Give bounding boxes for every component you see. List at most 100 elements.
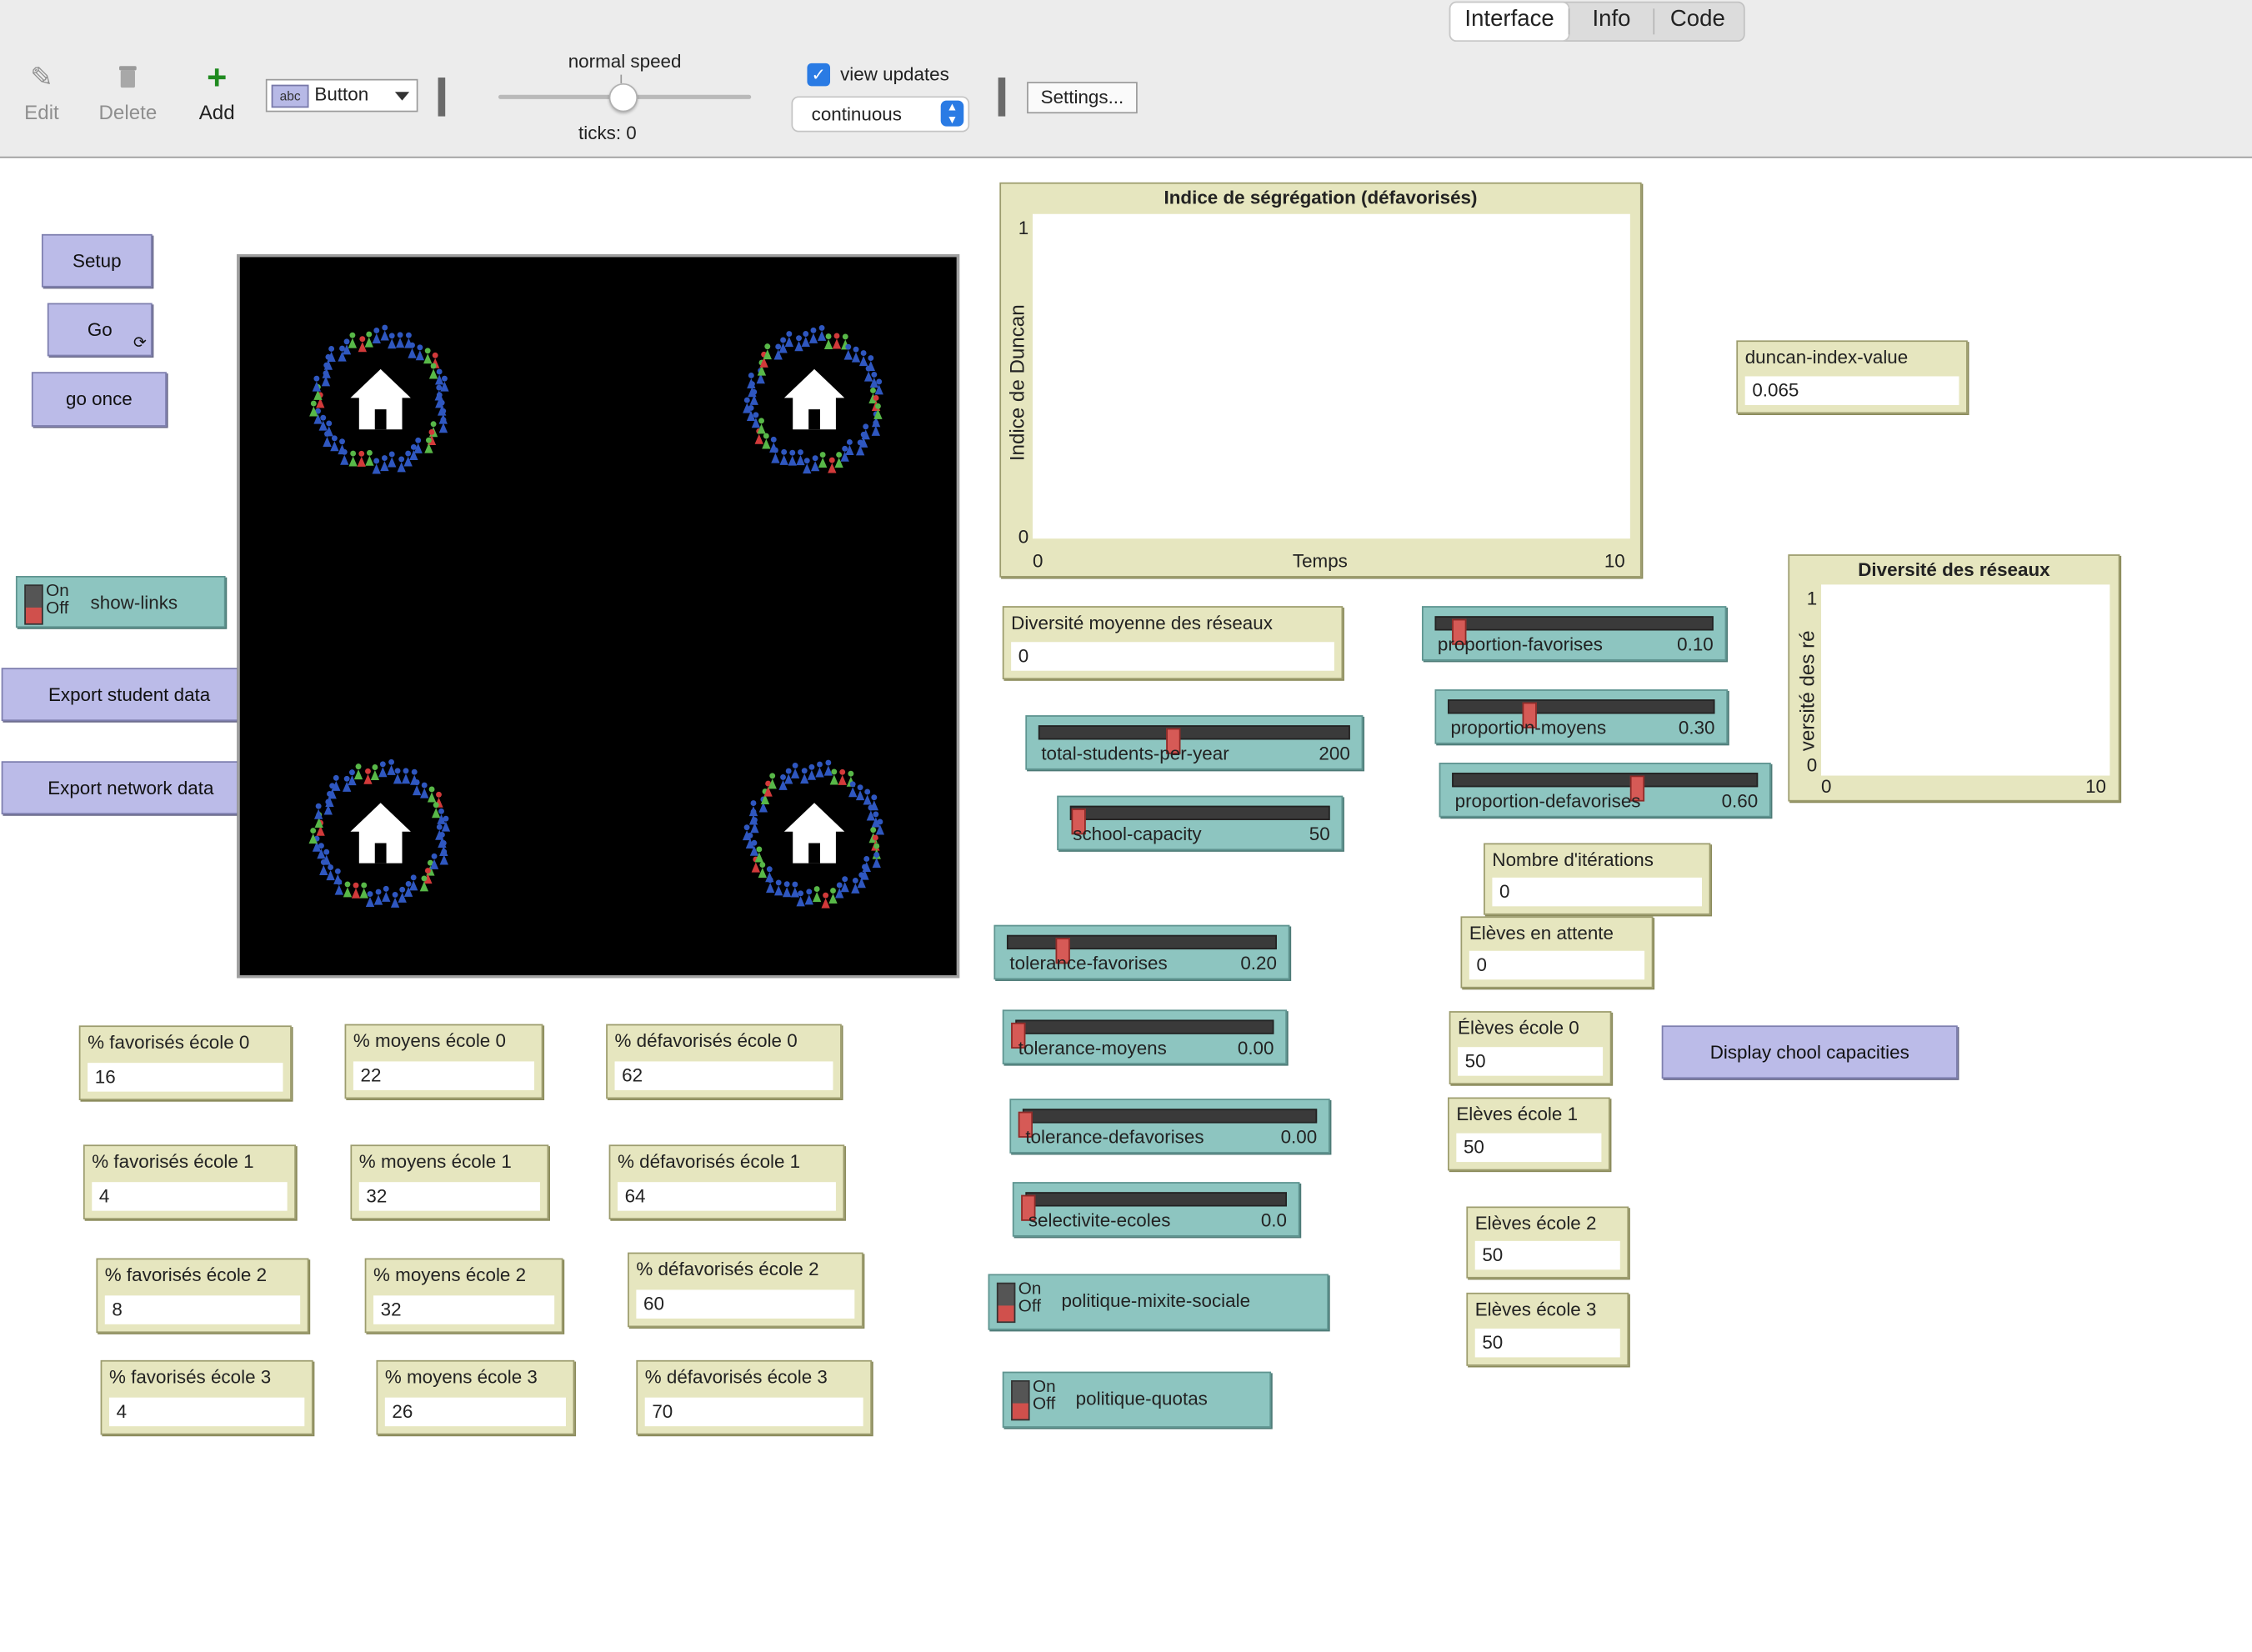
student-agent-icon bbox=[815, 761, 824, 778]
view-updates-checkbox[interactable]: ✓ bbox=[807, 63, 831, 87]
delete-label: Delete bbox=[98, 100, 158, 124]
slider-track[interactable] bbox=[1069, 805, 1330, 835]
settings-button[interactable]: Settings... bbox=[1027, 82, 1138, 114]
tab-code[interactable]: Code bbox=[1654, 3, 1740, 40]
go-once-button[interactable]: go once bbox=[31, 372, 167, 427]
student-agent-icon bbox=[828, 457, 837, 473]
eleves-ecole-3-monitor: Elèves école 3 50 bbox=[1466, 1292, 1629, 1366]
plot-title: Diversité des réseaux bbox=[1858, 558, 2050, 581]
student-agent-icon bbox=[804, 889, 813, 905]
forever-loop-icon: ⟳ bbox=[133, 334, 147, 353]
speed-slider-knob[interactable] bbox=[608, 83, 638, 113]
favorises-ecole-2-monitor: % favorisés école 2 8 bbox=[96, 1258, 309, 1334]
monitor-value: 4 bbox=[92, 1182, 288, 1211]
student-agent-icon bbox=[779, 448, 788, 465]
edit-button[interactable]: ✎ Edit bbox=[3, 63, 80, 123]
widget-type-select[interactable]: abc Button bbox=[265, 78, 418, 113]
monitor-value: 0 bbox=[1011, 642, 1334, 671]
setup-button[interactable]: Setup bbox=[41, 233, 153, 288]
student-agent-icon bbox=[327, 345, 336, 362]
slider-track[interactable] bbox=[1021, 1192, 1287, 1221]
widget-type-value: Button bbox=[314, 83, 369, 105]
switch-off-label: Off bbox=[1018, 1295, 1041, 1316]
plot-title: Indice de ségrégation (défavorisés) bbox=[1164, 187, 1478, 208]
switch-toggle[interactable] bbox=[1011, 1380, 1030, 1421]
total-students-per-year-slider[interactable]: total-students-per-year 200 bbox=[1025, 715, 1364, 770]
monitor-value: 26 bbox=[384, 1397, 566, 1427]
monitor-label: % défavorisés école 0 bbox=[614, 1029, 798, 1052]
student-agent-icon bbox=[372, 458, 381, 474]
student-agent-icon bbox=[357, 450, 366, 467]
student-agent-icon bbox=[828, 888, 838, 904]
student-agent-icon bbox=[765, 866, 774, 883]
switch-knob bbox=[998, 1305, 1014, 1322]
student-agent-icon bbox=[372, 328, 381, 344]
student-agent-icon bbox=[393, 768, 403, 784]
world-view[interactable] bbox=[237, 254, 960, 979]
proportion-favorises-slider[interactable]: proportion-favorises 0.10 bbox=[1421, 606, 1727, 661]
slider-track[interactable] bbox=[1452, 773, 1759, 802]
monitor-label: % défavorisés école 1 bbox=[617, 1150, 801, 1173]
slider-track[interactable] bbox=[1038, 725, 1350, 754]
monitor-label: duncan-index-value bbox=[1744, 346, 1909, 368]
student-agent-icon bbox=[348, 450, 358, 467]
monitor-value: 32 bbox=[358, 1182, 540, 1211]
switch-toggle[interactable] bbox=[996, 1282, 1016, 1324]
speed-label: normal speed bbox=[568, 50, 682, 73]
student-agent-icon bbox=[810, 455, 820, 472]
tolerance-moyens-slider[interactable]: tolerance-moyens 0.00 bbox=[1002, 1009, 1287, 1064]
plot-y-label: Indice de Duncan bbox=[1005, 304, 1028, 462]
go-button[interactable]: Go ⟳ bbox=[47, 303, 153, 357]
student-agent-icon bbox=[747, 373, 756, 388]
selectivite-ecoles-slider[interactable]: selectivite-ecoles 0.0 bbox=[1012, 1182, 1300, 1237]
slider-track[interactable] bbox=[1018, 1109, 1318, 1138]
slider-value: 0.10 bbox=[1677, 633, 1714, 655]
display-school-capacities-button[interactable]: Display chool capacities bbox=[1661, 1025, 1958, 1079]
proportion-defavorises-slider[interactable]: proportion-defavorises 0.60 bbox=[1439, 763, 1771, 818]
proportion-moyens-slider[interactable]: proportion-moyens 0.30 bbox=[1434, 689, 1729, 744]
student-agent-icon bbox=[782, 881, 792, 898]
student-agent-icon bbox=[790, 881, 800, 898]
tolerance-defavorises-slider[interactable]: tolerance-defavorises 0.00 bbox=[1009, 1099, 1330, 1154]
slider-track[interactable] bbox=[1011, 1019, 1274, 1049]
tolerance-favorises-slider[interactable]: tolerance-favorises 0.20 bbox=[993, 924, 1290, 980]
slider-track[interactable] bbox=[1006, 934, 1277, 964]
delete-button[interactable]: Delete bbox=[89, 63, 167, 123]
politique-mixite-sociale-switch[interactable]: On Off politique-mixite-sociale bbox=[988, 1274, 1329, 1330]
plot-x-max: 10 bbox=[1604, 549, 1625, 572]
plot-x-min: 0 bbox=[1032, 549, 1043, 572]
slider-name: total-students-per-year bbox=[1041, 742, 1229, 764]
monitor-label: % favorisés école 3 bbox=[108, 1365, 272, 1388]
switch-off-label: Off bbox=[1032, 1393, 1056, 1414]
student-agent-icon bbox=[388, 333, 397, 349]
monitor-label: Élèves école 0 bbox=[1458, 1017, 1579, 1039]
chevron-down-icon bbox=[394, 92, 410, 101]
show-links-switch[interactable]: On Off show-links bbox=[15, 576, 226, 628]
politique-mixite-sociale-label: politique-mixite-sociale bbox=[1061, 1289, 1251, 1312]
monitor-value: 64 bbox=[617, 1182, 836, 1211]
slider-name: school-capacity bbox=[1073, 823, 1202, 845]
student-agent-icon bbox=[330, 435, 339, 452]
student-agent-icon bbox=[420, 782, 429, 798]
view-updates-label: view updates bbox=[840, 63, 949, 85]
monitor-label: % favorisés école 0 bbox=[88, 1031, 250, 1054]
update-mode-select[interactable]: continuous ▲ ▼ bbox=[791, 96, 970, 133]
monitor-value: 4 bbox=[108, 1397, 305, 1427]
export-network-data-button[interactable]: Export network data bbox=[1, 761, 260, 815]
student-agent-icon bbox=[784, 331, 794, 348]
export-student-data-button[interactable]: Export student data bbox=[1, 668, 258, 722]
add-button[interactable]: + Add bbox=[178, 61, 256, 123]
slider-name: proportion-moyens bbox=[1450, 716, 1607, 738]
monitor-value: 32 bbox=[373, 1295, 555, 1324]
tab-interface[interactable]: Interface bbox=[1450, 3, 1569, 41]
slider-value: 0.20 bbox=[1240, 952, 1277, 974]
toolbar-divider bbox=[998, 78, 1006, 117]
switch-toggle[interactable] bbox=[24, 584, 43, 625]
politique-quotas-switch[interactable]: On Off politique-quotas bbox=[1002, 1371, 1272, 1428]
slider-track[interactable] bbox=[1434, 616, 1714, 645]
tab-info[interactable]: Info bbox=[1569, 3, 1653, 40]
student-agent-icon bbox=[763, 343, 772, 360]
slider-track[interactable] bbox=[1447, 699, 1715, 728]
plot-area bbox=[1032, 213, 1630, 539]
school-capacity-slider[interactable]: school-capacity 50 bbox=[1057, 795, 1344, 851]
